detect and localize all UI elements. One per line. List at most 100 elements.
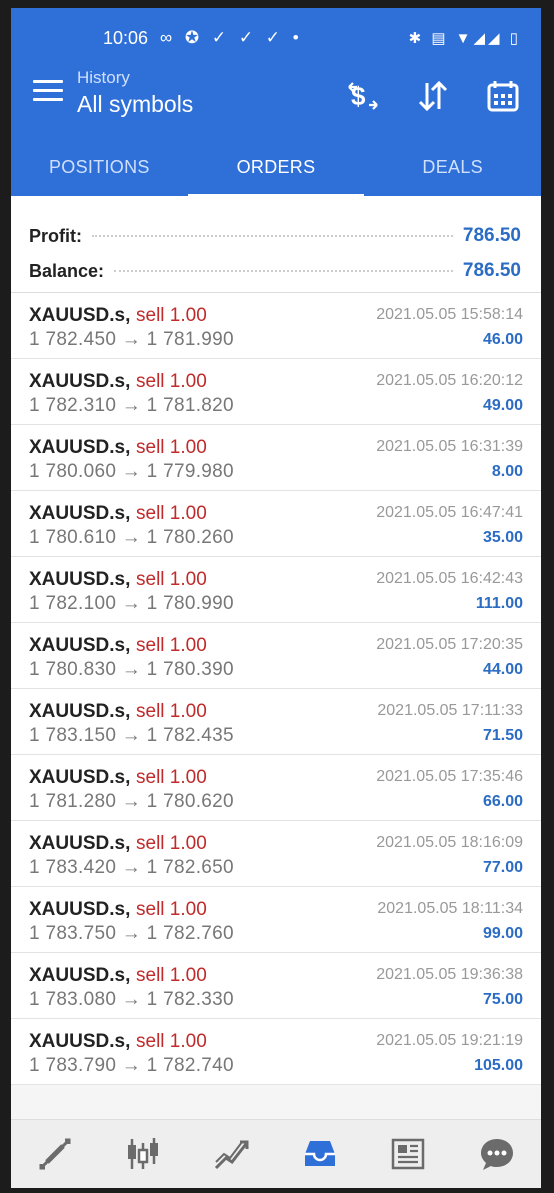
trade-row[interactable]: XAUUSD.s, sell 1.00 1 780.060 → 1 779.980 2…	[11, 425, 541, 491]
trade-time: 2021.05.05 19:36:38	[376, 966, 523, 983]
trade-row[interactable]: XAUUSD.s, sell 1.00 1 783.420 → 1 782.650 2…	[11, 821, 541, 887]
trade-side: sell 1.00	[136, 965, 207, 986]
tab-bar: POSITIONS ORDERS DEALS	[11, 148, 541, 198]
trade-side: sell 1.00	[136, 767, 207, 788]
summary-panel: Profit: 786.50 Balance: 786.50	[11, 196, 541, 293]
trade-time: 2021.05.05 16:47:41	[376, 504, 523, 521]
trade-profit: 105.00	[474, 1057, 523, 1074]
trade-profit: 46.00	[482, 331, 523, 348]
trade-side: sell 1.00	[136, 635, 207, 656]
trade-prices: 1 783.750 → 1 782.760	[29, 923, 234, 944]
trade-side: sell 1.00	[136, 1031, 207, 1052]
trade-side: sell 1.00	[136, 305, 207, 326]
header-subtitle: History	[77, 68, 130, 87]
tab-positions[interactable]: POSITIONS	[11, 148, 188, 196]
trade-row[interactable]: XAUUSD.s, sell 1.00 1 783.150 → 1 782.435 2…	[11, 689, 541, 755]
header-actions: $	[343, 78, 523, 114]
dollar-swap-icon[interactable]: $	[343, 78, 383, 114]
status-bar: 10:06 ∞ ✪ ✓ ✓ ✓ • ✱ ▤ ▼◢◢ ▯	[103, 26, 521, 50]
trade-prices: 1 782.450 → 1 781.990	[29, 329, 234, 350]
trade-side: sell 1.00	[136, 503, 207, 524]
balance-value: 786.50	[462, 260, 521, 281]
trade-profit: 35.00	[482, 529, 523, 546]
trade-prices: 1 783.080 → 1 782.330	[29, 989, 234, 1010]
trade-row[interactable]: XAUUSD.s, sell 1.00 1 783.790 → 1 782.740 2…	[11, 1019, 541, 1085]
trade-row[interactable]: XAUUSD.s, sell 1.00 1 782.450 → 1 781.990 2…	[11, 293, 541, 359]
trade-symbol: XAUUSD.s,	[29, 767, 131, 788]
trade-side: sell 1.00	[136, 833, 207, 854]
sort-icon[interactable]	[413, 78, 453, 114]
trade-symbol: XAUUSD.s,	[29, 635, 131, 656]
bottom-nav	[11, 1119, 541, 1188]
trade-time: 2021.05.05 17:11:33	[377, 702, 523, 719]
trade-symbol: XAUUSD.s,	[29, 833, 131, 854]
trade-prices: 1 783.790 → 1 782.740	[29, 1055, 234, 1076]
trade-row[interactable]: XAUUSD.s, sell 1.00 1 782.310 → 1 781.820 2…	[11, 359, 541, 425]
trade-time: 2021.05.05 16:42:43	[376, 570, 523, 587]
news-icon[interactable]	[383, 1129, 433, 1179]
trade-row[interactable]: XAUUSD.s, sell 1.00 1 780.830 → 1 780.390 2…	[11, 623, 541, 689]
trade-profit: 75.00	[482, 991, 523, 1008]
divider	[114, 270, 453, 272]
trade-prices: 1 780.830 → 1 780.390	[29, 659, 234, 680]
trade-symbol: XAUUSD.s,	[29, 371, 131, 392]
profit-value: 786.50	[462, 225, 521, 246]
trade-prices: 1 783.420 → 1 782.650	[29, 857, 234, 878]
trade-symbol: XAUUSD.s,	[29, 899, 131, 920]
trade-symbol: XAUUSD.s,	[29, 701, 131, 722]
messages-icon[interactable]	[472, 1129, 522, 1179]
trade-side: sell 1.00	[136, 371, 207, 392]
trade-row[interactable]: XAUUSD.s, sell 1.00 1 780.610 → 1 780.260 2…	[11, 491, 541, 557]
trade-list: XAUUSD.s, sell 1.00 1 782.450 → 1 781.990 2…	[11, 293, 541, 1085]
trade-time: 2021.05.05 16:20:12	[376, 372, 523, 389]
trade-symbol: XAUUSD.s,	[29, 569, 131, 590]
trade-time: 2021.05.05 19:21:19	[376, 1032, 523, 1049]
trade-symbol: XAUUSD.s,	[29, 965, 131, 986]
profit-row: Profit: 786.50	[29, 221, 521, 251]
tab-orders[interactable]: ORDERS	[187, 148, 365, 198]
balance-label: Balance:	[29, 260, 105, 281]
menu-icon[interactable]	[33, 80, 63, 104]
trade-side: sell 1.00	[136, 701, 207, 722]
chart-icon[interactable]	[118, 1129, 168, 1179]
status-time: 10:06	[103, 27, 149, 48]
header-title[interactable]: All symbols	[77, 91, 193, 118]
trade-row[interactable]: XAUUSD.s, sell 1.00 1 782.100 → 1 780.990 2…	[11, 557, 541, 623]
header-titles: History All symbols	[77, 68, 193, 118]
trade-profit: 66.00	[482, 793, 523, 810]
trade-time: 2021.05.05 18:11:34	[377, 900, 523, 917]
system-icons: ✱ ▤ ▼◢◢ ▯	[408, 30, 521, 47]
trade-prices: 1 781.280 → 1 780.620	[29, 791, 234, 812]
notification-icons: ∞ ✪ ✓ ✓ ✓ •	[160, 28, 303, 47]
trade-prices: 1 782.310 → 1 781.820	[29, 395, 234, 416]
profit-label: Profit:	[29, 225, 82, 246]
trade-row[interactable]: XAUUSD.s, sell 1.00 1 781.280 → 1 780.620 2…	[11, 755, 541, 821]
trade-prices: 1 782.100 → 1 780.990	[29, 593, 234, 614]
trade-side: sell 1.00	[136, 569, 207, 590]
trade-row[interactable]: XAUUSD.s, sell 1.00 1 783.750 → 1 782.760 2…	[11, 887, 541, 953]
trade-row[interactable]: XAUUSD.s, sell 1.00 1 783.080 → 1 782.330 2…	[11, 953, 541, 1019]
trade-symbol: XAUUSD.s,	[29, 437, 131, 458]
trade-profit: 44.00	[482, 661, 523, 678]
trade-time: 2021.05.05 17:20:35	[376, 636, 523, 653]
trade-profit: 49.00	[482, 397, 523, 414]
trade-side: sell 1.00	[136, 437, 207, 458]
trade-profit: 8.00	[491, 463, 523, 480]
trade-symbol: XAUUSD.s,	[29, 305, 131, 326]
quotes-icon[interactable]	[30, 1129, 80, 1179]
trade-time: 2021.05.05 17:35:46	[376, 768, 523, 785]
trade-time: 2021.05.05 18:16:09	[376, 834, 523, 851]
phone-screen: 10:06 ∞ ✪ ✓ ✓ ✓ • ✱ ▤ ▼◢◢ ▯ History All …	[11, 8, 541, 1188]
svg-text:$: $	[351, 81, 366, 111]
trade-prices: 1 783.150 → 1 782.435	[29, 725, 234, 746]
tab-deals[interactable]: DEALS	[364, 148, 541, 196]
trade-icon[interactable]	[207, 1129, 257, 1179]
history-icon[interactable]	[295, 1129, 345, 1179]
calendar-icon[interactable]	[483, 78, 523, 114]
trade-time: 2021.05.05 16:31:39	[376, 438, 523, 455]
trade-profit: 99.00	[482, 925, 523, 942]
trade-profit: 77.00	[482, 859, 523, 876]
trade-time: 2021.05.05 15:58:14	[376, 306, 523, 323]
trade-profit: 111.00	[475, 595, 523, 612]
trade-prices: 1 780.060 → 1 779.980	[29, 461, 234, 482]
